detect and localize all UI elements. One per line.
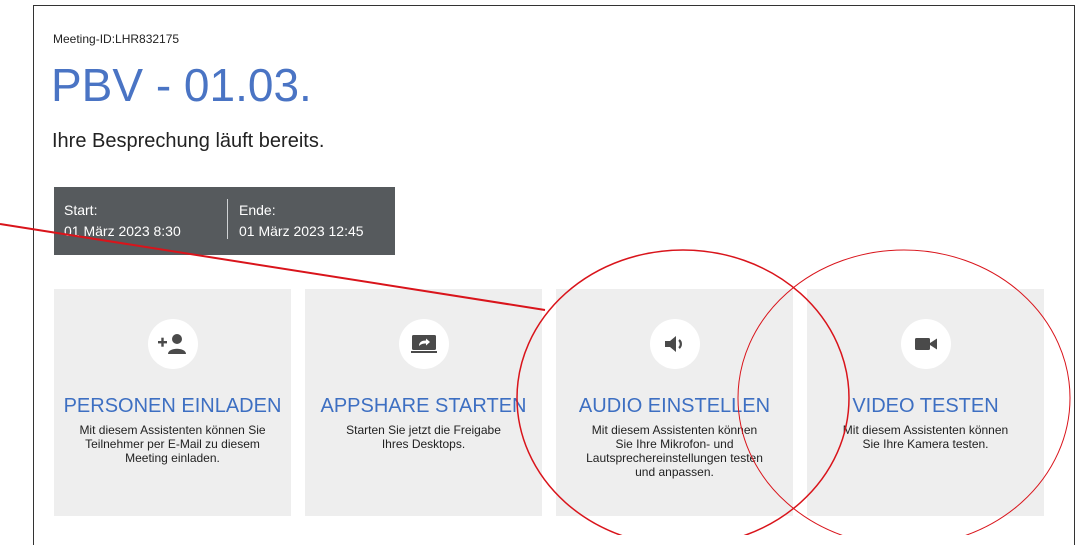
tile-title: PERSONEN EINLADEN (63, 395, 282, 417)
add-person-icon (147, 319, 198, 369)
tile-description: Mit diesem Assistenten können Sie Teilne… (79, 423, 266, 465)
schedule-box: Start: 01 März 2023 8:30 Ende: 01 März 2… (54, 187, 395, 255)
tile-description: Starten Sie jetzt die Freigabe Ihres Des… (346, 423, 501, 451)
tile-description: Mit diesem Assistenten können Sie Ihre K… (842, 423, 1009, 451)
tile-title: VIDEO TESTEN (852, 395, 999, 417)
page-title: PBV - 01.03. (51, 59, 312, 111)
video-camera-icon (900, 319, 951, 369)
tile-video-test[interactable]: VIDEO TESTEN Mit diesem Assistenten könn… (807, 289, 1044, 516)
tile-description: Mit diesem Assistenten können Sie Ihre M… (586, 423, 763, 479)
end-time: Ende: 01 März 2023 12:45 (239, 200, 364, 242)
tile-invite-people[interactable]: PERSONEN EINLADEN Mit diesem Assistenten… (54, 289, 291, 516)
tile-appshare[interactable]: APPSHARE STARTEN Starten Sie jetzt die F… (305, 289, 542, 516)
tile-title: AUDIO EINSTELLEN (578, 395, 771, 417)
end-label: Ende: (239, 202, 276, 218)
schedule-divider (227, 199, 228, 239)
start-label: Start: (64, 202, 98, 218)
start-time: Start: 01 März 2023 8:30 (64, 200, 181, 242)
speaker-icon (649, 319, 700, 369)
tile-title: APPSHARE STARTEN (320, 395, 527, 417)
meeting-id: Meeting-ID:LHR832175 (53, 32, 180, 46)
start-value: 01 März 2023 8:30 (64, 223, 181, 239)
end-value: 01 März 2023 12:45 (239, 223, 364, 239)
screen-share-icon (398, 319, 449, 369)
tile-audio-settings[interactable]: AUDIO EINSTELLEN Mit diesem Assistenten … (556, 289, 793, 516)
meeting-status: Ihre Besprechung läuft bereits. (52, 130, 325, 152)
